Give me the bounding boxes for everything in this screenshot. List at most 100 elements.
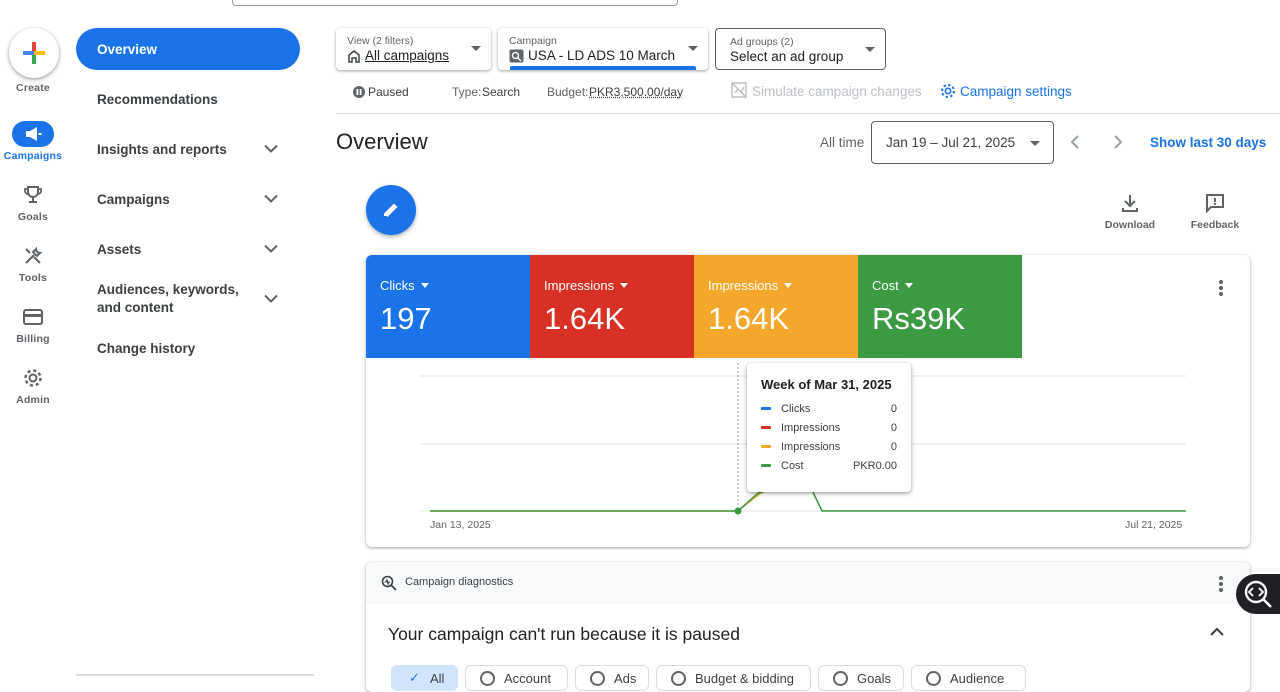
x-axis-start-label: Jan 13, 2025 (430, 519, 491, 531)
chevron-down-icon (264, 245, 278, 254)
sidebar-item-campaigns[interactable]: Campaigns (76, 178, 300, 220)
edit-button[interactable] (366, 185, 416, 235)
tooltip-row-value: 0 (891, 441, 897, 453)
status-circle-icon (590, 671, 605, 686)
chip-audience[interactable]: Audience (911, 665, 1026, 691)
chip-label: Ads (614, 671, 636, 686)
feedback-button[interactable]: Feedback (1188, 193, 1242, 231)
chip-goals[interactable]: Goals (818, 665, 904, 691)
simulate-link[interactable]: Simulate campaign changes (752, 84, 922, 99)
status-circle-icon (671, 671, 686, 686)
tooltip-row-name: Clicks (781, 403, 810, 415)
adgroup-filter-label: Ad groups (2) (730, 36, 794, 48)
diagnostics-header: Campaign diagnostics (366, 562, 1250, 604)
series-impressions-line (430, 490, 766, 511)
date-range-label: All time (820, 135, 864, 150)
sidebar-item-label: Overview (97, 42, 157, 57)
chip-label: Audience (950, 671, 1004, 686)
download-label: Download (1105, 219, 1155, 231)
credit-card-icon (12, 304, 54, 330)
sidebar-item-label: Audiences, keywords, and content (97, 281, 256, 317)
campaign-filter-value: USA - LD ADS 10 March (528, 48, 675, 63)
chevron-up-icon[interactable] (1210, 627, 1224, 636)
chip-label: Account (504, 671, 551, 686)
show-last-30-days-link[interactable]: Show last 30 days (1150, 135, 1266, 150)
chip-ads[interactable]: Ads (575, 665, 649, 691)
sidebar-item-audiences[interactable]: Audiences, keywords, and content (76, 274, 300, 324)
status-circle-icon (926, 671, 941, 686)
tooltip-title: Week of Mar 31, 2025 (761, 377, 892, 392)
hover-point (735, 508, 742, 515)
status-circle-icon (480, 671, 495, 686)
chip-label: Budget & bidding (695, 671, 794, 686)
tooltip-row: Impressions 0 (761, 422, 897, 436)
sidebar-item-recommendations[interactable]: Recommendations (76, 78, 300, 120)
gear-icon (12, 365, 54, 391)
caret-down-icon (1030, 141, 1040, 146)
view-filter[interactable]: View (2 filters) All campaigns (336, 28, 491, 70)
sidebar-item-label: Recommendations (97, 92, 218, 107)
type-label: Type: (452, 85, 481, 99)
more-vert-icon[interactable] (1219, 576, 1223, 594)
rail-label: Billing (0, 333, 66, 345)
series-cost-line (430, 490, 1186, 511)
tools-icon (12, 243, 54, 269)
date-range-value: Jan 19 – Jul 21, 2025 (886, 135, 1015, 150)
chip-budget[interactable]: Budget & bidding (656, 665, 811, 691)
left-rail: Create Campaigns Goals Tools Billing Adm… (0, 0, 66, 676)
chip-account[interactable]: Account (465, 665, 568, 691)
megaphone-icon (12, 121, 54, 147)
chevron-right-icon (1113, 134, 1123, 150)
sidebar-item-label: Insights and reports (97, 142, 227, 157)
chip-all[interactable]: ✓ All (391, 665, 458, 691)
rail-label: Goals (0, 211, 66, 223)
download-button[interactable]: Download (1103, 193, 1157, 231)
diagnostics-message: Your campaign can't run because it is pa… (388, 624, 740, 645)
create-button[interactable] (9, 28, 59, 78)
sidebar-item-overview[interactable]: Overview (76, 28, 300, 70)
legend-swatch (761, 445, 771, 448)
create-label: Create (0, 82, 66, 94)
caret-down-icon (865, 47, 875, 52)
download-icon (1121, 193, 1139, 213)
tooltip-row-name: Impressions (781, 441, 840, 453)
sidebar-item-assets[interactable]: Assets (76, 228, 300, 270)
legend-swatch (761, 464, 771, 467)
page-title: Overview (336, 129, 428, 155)
chart-tooltip: Week of Mar 31, 2025 Clicks 0 Impressions… (747, 363, 911, 492)
code-search-icon (1242, 578, 1274, 610)
prev-period-button[interactable] (1065, 132, 1085, 152)
sidebar-item-change-history[interactable]: Change history (76, 327, 300, 369)
sidebar-item-label: Campaigns (97, 192, 170, 207)
campaign-diagnostics-card: Campaign diagnostics Your campaign can't… (366, 562, 1250, 692)
search-campaign-icon (509, 49, 524, 63)
adgroup-filter[interactable]: Ad groups (2) Select an ad group (715, 28, 886, 70)
campaign-filter-label: Campaign (509, 35, 557, 47)
date-range-picker[interactable]: Jan 19 – Jul 21, 2025 (871, 121, 1054, 164)
floating-inspect-button[interactable] (1236, 574, 1280, 614)
campaign-filter[interactable]: Campaign USA - LD ADS 10 March (498, 28, 708, 70)
home-icon (347, 49, 361, 63)
chevron-left-icon (1070, 134, 1080, 150)
budget-value[interactable]: PKR3,500.00/day (589, 85, 683, 99)
campaign-status-bar: Paused Type: Search Budget: PKR3,500.00/… (336, 84, 1280, 114)
search-box[interactable] (232, 0, 678, 6)
view-filter-value: All campaigns (365, 48, 449, 63)
campaign-settings-link[interactable]: Campaign settings (960, 84, 1072, 99)
check-icon: ✓ (409, 670, 420, 686)
sidebar-item-label: Assets (97, 242, 141, 257)
tooltip-row: Cost PKR0.00 (761, 460, 897, 474)
next-period-button[interactable] (1108, 132, 1128, 152)
simulate-icon (731, 82, 747, 101)
chip-label: All (430, 671, 444, 686)
legend-swatch (761, 426, 771, 429)
loading-bar (510, 66, 696, 70)
status-text: Paused (368, 85, 409, 99)
chevron-down-icon (264, 195, 278, 204)
pencil-icon (382, 201, 400, 219)
sidebar-item-insights[interactable]: Insights and reports (76, 128, 300, 170)
budget-label: Budget: (547, 85, 588, 99)
settings-gear-icon (940, 83, 956, 102)
caret-down-icon (471, 46, 481, 51)
sidebar-item-label: Change history (97, 341, 195, 356)
